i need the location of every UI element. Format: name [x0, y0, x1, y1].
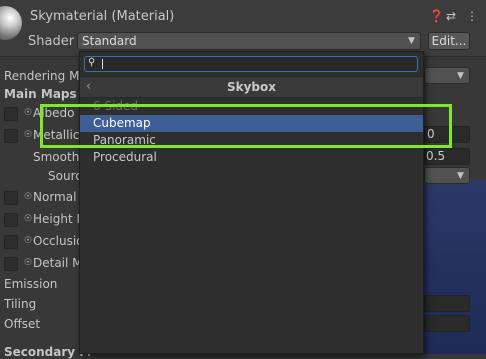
occlusion-texture-slot[interactable] [4, 235, 18, 249]
source-dropdown[interactable]: ▼ [424, 167, 470, 184]
emission-label: Emission [4, 277, 58, 291]
main-maps-heading: Main Maps [4, 87, 77, 101]
detail-mask-texture-slot[interactable] [4, 257, 18, 271]
more-vertical-icon[interactable]: ⋮ [466, 9, 478, 23]
settings-sliders-icon[interactable]: ⇄ [446, 9, 456, 23]
offset-label: Offset [4, 317, 41, 331]
albedo-picker-icon[interactable]: ☉ [24, 108, 32, 118]
normal-map-picker-icon[interactable]: ☉ [24, 192, 32, 202]
shader-dropdown[interactable]: Standard ▼ [77, 32, 421, 50]
height-map-texture-slot[interactable] [4, 213, 18, 227]
category-title: Skybox [226, 80, 277, 94]
shader-label: Shader [28, 34, 75, 49]
shader-value: Standard [82, 34, 137, 48]
tiling-field[interactable] [424, 295, 470, 312]
list-item-procedural[interactable]: Procedural [80, 149, 423, 166]
chevron-down-icon: ▼ [457, 171, 464, 181]
chevron-down-icon: ▼ [457, 71, 464, 81]
search-input[interactable]: ⚲ [84, 56, 418, 72]
normal-map-texture-slot[interactable] [4, 191, 18, 205]
chevron-down-icon: ▼ [408, 36, 415, 46]
shader-selector-popup: ⚲ ‹ Skybox 6 Sided Cubemap Panoramic Pro… [79, 51, 424, 354]
smoothness-value-field[interactable]: 0.5 [424, 148, 470, 165]
material-title: Skymaterial (Material) [30, 9, 175, 24]
material-header: Skymaterial (Material) ❓ ⇄ ⋮ Shader Stan… [0, 0, 486, 57]
material-preview-icon [0, 6, 22, 40]
detail-mask-picker-icon[interactable]: ☉ [24, 258, 32, 268]
edit-shader-button[interactable]: Edit... [428, 32, 470, 50]
occlusion-picker-icon[interactable]: ☉ [24, 236, 32, 246]
occlusion-label: Occlusio [33, 234, 84, 248]
albedo-texture-slot[interactable] [4, 107, 18, 121]
help-icon[interactable]: ❓ [429, 9, 444, 23]
height-map-picker-icon[interactable]: ☉ [24, 214, 32, 224]
detail-mask-label: Detail M [33, 256, 83, 270]
highlight-annotation-box [40, 104, 452, 148]
offset-field[interactable] [424, 315, 470, 332]
source-label: Sourc [48, 169, 82, 183]
search-icon: ⚲ [88, 57, 96, 68]
tiling-label: Tiling [4, 297, 37, 311]
category-header: ‹ Skybox [80, 76, 423, 98]
metallic-texture-slot[interactable] [4, 129, 18, 143]
rendering-mode-label: Rendering Mo [4, 69, 87, 83]
normal-map-label: Normal I [33, 190, 84, 204]
metallic-picker-icon[interactable]: ☉ [24, 130, 32, 140]
rendering-mode-dropdown[interactable]: ▼ [424, 67, 470, 84]
text-caret [102, 59, 103, 69]
